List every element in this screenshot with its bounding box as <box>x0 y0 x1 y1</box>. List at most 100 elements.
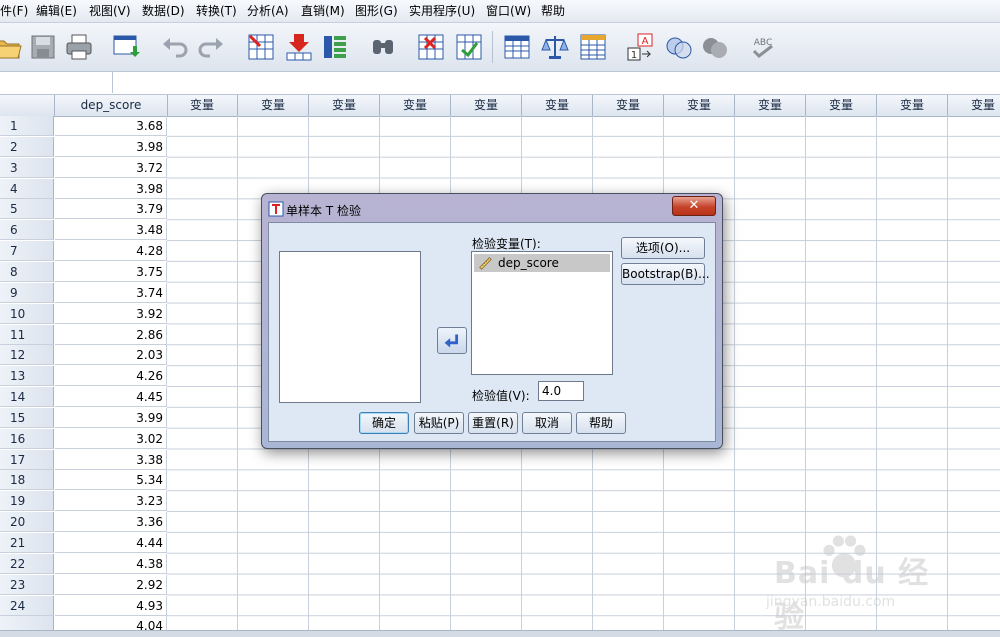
column-header-variable[interactable]: 变量 <box>806 95 877 116</box>
test-variables-list[interactable]: dep_score <box>471 251 613 375</box>
menu-graphs[interactable]: 图形(G) <box>355 3 398 19</box>
list-item[interactable]: dep_score <box>474 254 610 272</box>
row-header[interactable]: 20 <box>0 512 54 533</box>
split-file-icon[interactable] <box>502 32 532 62</box>
row-header[interactable]: 21 <box>0 533 54 553</box>
table-cell[interactable]: 3.92 <box>55 303 167 324</box>
menu-file[interactable]: 件(F) <box>0 3 28 19</box>
table-cell[interactable]: 4.38 <box>55 553 167 574</box>
select-cases-icon[interactable] <box>578 32 608 62</box>
use-sets-icon[interactable] <box>664 32 694 62</box>
row-header[interactable]: 23 <box>0 574 54 595</box>
reset-button[interactable]: 重置(R) <box>468 412 518 434</box>
options-button[interactable]: 选项(O)... <box>621 237 705 259</box>
table-cell[interactable]: 3.75 <box>55 261 167 282</box>
table-cell[interactable]: 4.45 <box>55 387 167 408</box>
undo-icon[interactable] <box>160 32 190 62</box>
insert-cases-icon[interactable] <box>416 32 446 62</box>
table-cell[interactable]: 4.26 <box>55 366 167 387</box>
save-icon[interactable] <box>28 32 58 62</box>
find-icon[interactable] <box>368 32 398 62</box>
row-header[interactable]: 3 <box>0 157 54 178</box>
table-cell[interactable]: 2.86 <box>55 324 167 345</box>
row-header[interactable]: 7 <box>0 241 54 262</box>
row-header[interactable]: 8 <box>0 261 54 282</box>
row-header[interactable]: 19 <box>0 491 54 512</box>
table-cell[interactable]: 4.04 <box>55 616 167 630</box>
column-header-variable[interactable]: 变量 <box>593 95 664 116</box>
row-header[interactable]: 1 <box>0 116 54 136</box>
column-header-variable[interactable]: 变量 <box>664 95 735 116</box>
move-variable-button[interactable] <box>437 327 467 354</box>
table-cell[interactable]: 3.72 <box>55 157 167 178</box>
menu-window[interactable]: 窗口(W) <box>486 3 531 19</box>
table-cell[interactable]: 3.74 <box>55 282 167 303</box>
table-cell[interactable]: 5.34 <box>55 470 167 491</box>
row-header[interactable]: 5 <box>0 199 54 220</box>
menu-data[interactable]: 数据(D) <box>142 3 185 19</box>
column-header-variable[interactable]: 变量 <box>238 95 309 116</box>
open-folder-icon[interactable] <box>0 32 22 62</box>
row-header[interactable] <box>0 616 54 630</box>
row-header[interactable]: 13 <box>0 366 54 387</box>
close-button[interactable]: ✕ <box>672 196 716 216</box>
help-button[interactable]: 帮助 <box>576 412 626 434</box>
goto-variable-icon[interactable] <box>284 32 314 62</box>
table-cell[interactable]: 2.03 <box>55 345 167 366</box>
column-header-variable[interactable]: 变量 <box>380 95 451 116</box>
row-header[interactable]: 11 <box>0 324 54 345</box>
row-header[interactable]: 10 <box>0 303 54 324</box>
value-labels-icon[interactable]: A1 <box>626 32 656 62</box>
table-cell[interactable]: 4.44 <box>55 533 167 553</box>
redo-icon[interactable] <box>196 32 226 62</box>
menu-utilities[interactable]: 实用程序(U) <box>409 3 475 19</box>
cell-reference-box[interactable] <box>0 72 113 93</box>
menu-transform[interactable]: 转换(T) <box>196 3 237 19</box>
menu-direct-marketing[interactable]: 直销(M) <box>301 3 345 19</box>
grid-corner[interactable] <box>0 95 55 116</box>
menu-edit[interactable]: 编辑(E) <box>36 3 77 19</box>
column-header-variable[interactable]: 变量 <box>877 95 948 116</box>
row-header[interactable]: 15 <box>0 407 54 428</box>
row-header[interactable]: 22 <box>0 553 54 574</box>
menu-view[interactable]: 视图(V) <box>89 3 131 19</box>
table-cell[interactable]: 3.98 <box>55 136 167 157</box>
insert-variable-icon[interactable] <box>454 32 484 62</box>
table-cell[interactable]: 3.38 <box>55 449 167 470</box>
column-header-variable[interactable]: 变量 <box>167 95 238 116</box>
dialog-recall-icon[interactable] <box>112 32 142 62</box>
column-header-variable[interactable]: 变量 <box>451 95 522 116</box>
row-header[interactable]: 16 <box>0 428 54 449</box>
test-value-input[interactable]: 4.0 <box>538 381 584 401</box>
column-header-dep-score[interactable]: dep_score <box>55 95 168 116</box>
table-cell[interactable]: 4.93 <box>55 595 167 616</box>
cancel-button[interactable]: 取消 <box>522 412 572 434</box>
column-header-variable[interactable]: 变量 <box>522 95 593 116</box>
menu-analyze[interactable]: 分析(A) <box>247 3 289 19</box>
goto-case-icon[interactable] <box>246 32 276 62</box>
row-header[interactable]: 14 <box>0 387 54 408</box>
table-cell[interactable]: 3.68 <box>55 116 167 136</box>
row-header[interactable]: 17 <box>0 449 54 470</box>
row-header[interactable]: 12 <box>0 345 54 366</box>
table-cell[interactable]: 3.98 <box>55 178 167 199</box>
table-cell[interactable]: 3.36 <box>55 512 167 533</box>
row-header[interactable]: 2 <box>0 136 54 157</box>
table-cell[interactable]: 4.28 <box>55 241 167 262</box>
table-cell[interactable]: 3.23 <box>55 491 167 512</box>
column-header-variable[interactable]: 变量 <box>309 95 380 116</box>
ok-button[interactable]: 确定 <box>359 412 409 434</box>
row-header[interactable]: 4 <box>0 178 54 199</box>
paste-button[interactable]: 粘贴(P) <box>414 412 464 434</box>
row-header[interactable]: 9 <box>0 282 54 303</box>
bootstrap-button[interactable]: Bootstrap(B)... <box>621 263 710 285</box>
show-all-variables-icon[interactable] <box>700 32 730 62</box>
table-cell[interactable]: 3.48 <box>55 220 167 241</box>
column-header-variable[interactable]: 变量 <box>948 95 1000 116</box>
table-cell[interactable]: 2.92 <box>55 574 167 595</box>
column-header-variable[interactable]: 变量 <box>735 95 806 116</box>
spell-check-icon[interactable]: ABC <box>748 32 778 62</box>
table-cell[interactable]: 3.79 <box>55 199 167 220</box>
source-variable-list[interactable] <box>279 251 421 403</box>
row-header[interactable]: 24 <box>0 595 54 616</box>
